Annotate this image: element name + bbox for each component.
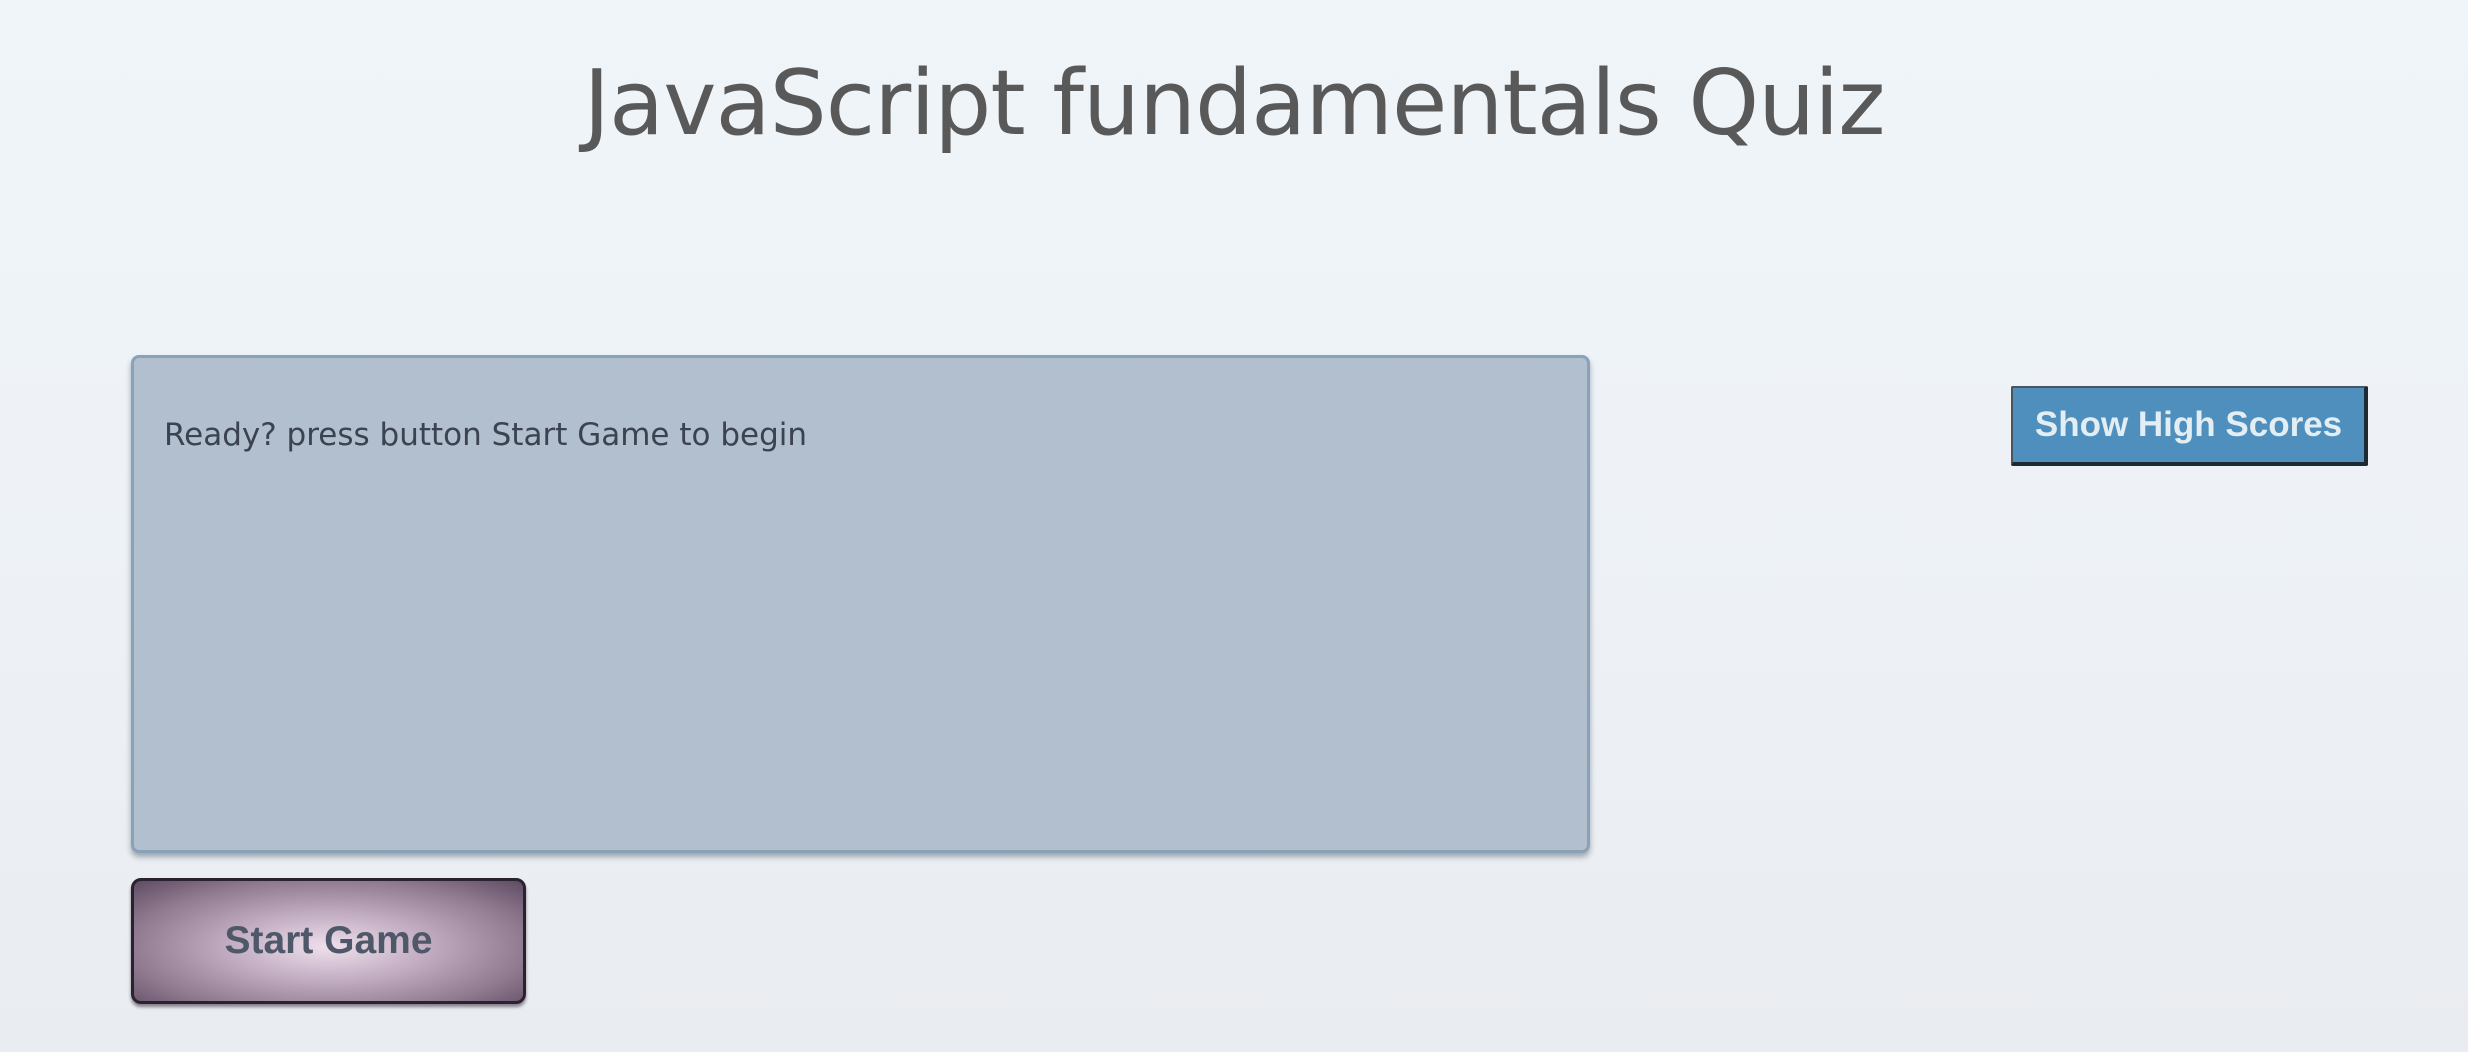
quiz-message: Ready? press button Start Game to begin xyxy=(164,417,808,453)
page-title: JavaScript fundamentals Quiz xyxy=(583,51,1886,156)
show-high-scores-button[interactable]: Show High Scores xyxy=(2011,386,2368,466)
start-game-button[interactable]: Start Game xyxy=(131,878,526,1004)
quiz-panel: Ready? press button Start Game to begin xyxy=(131,355,1590,853)
